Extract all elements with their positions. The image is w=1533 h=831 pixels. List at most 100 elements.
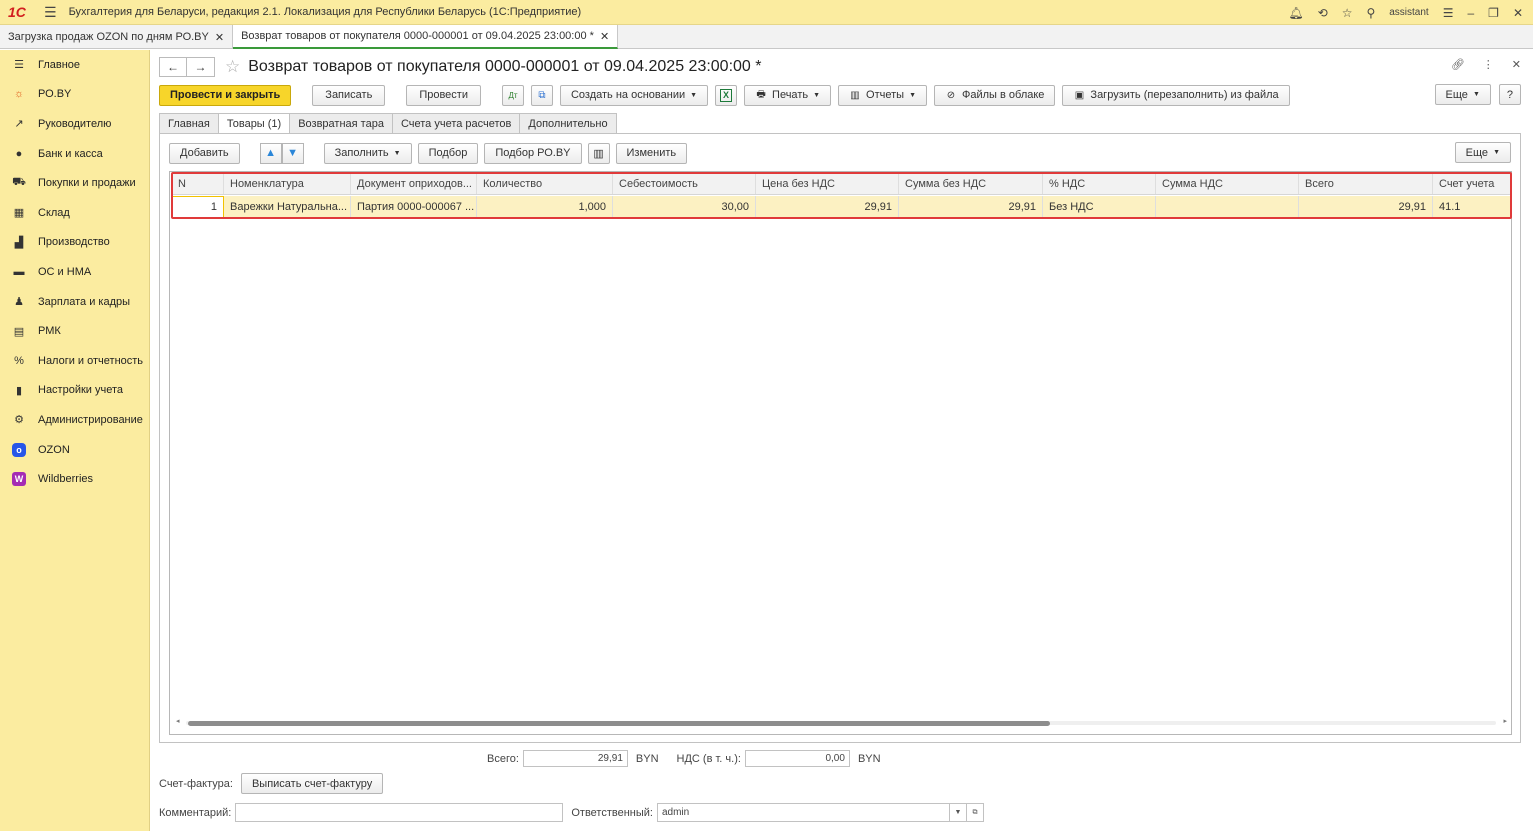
- column-header[interactable]: % НДС: [1043, 174, 1156, 194]
- history-icon[interactable]: ⟲: [1318, 6, 1328, 20]
- sidebar-item-settings[interactable]: ▮ Настройки учета: [0, 376, 149, 406]
- cell-quantity[interactable]: 1,000: [477, 196, 613, 218]
- change-button[interactable]: Изменить: [615, 142, 688, 164]
- tab-returnable-packaging[interactable]: Возвратная тара: [290, 113, 393, 134]
- move-up-icon[interactable]: ▲: [259, 142, 282, 164]
- structure-icon[interactable]: ⧉: [530, 84, 553, 106]
- table-row[interactable]: 1 Варежки Натуральна... Партия 0000-0000…: [172, 196, 1511, 218]
- save-button[interactable]: Записать: [312, 84, 386, 106]
- sidebar-item-fixed-assets[interactable]: ▬ ОС и НМА: [0, 257, 149, 287]
- reports-button[interactable]: ▥ Отчеты ▼: [838, 84, 927, 106]
- excel-button[interactable]: X: [715, 84, 738, 106]
- column-header[interactable]: N: [172, 174, 224, 194]
- cell-price-without-vat[interactable]: 29,91: [756, 196, 899, 218]
- favorites-star-icon[interactable]: ☆: [1342, 6, 1353, 20]
- responsible-field[interactable]: admin: [656, 803, 950, 822]
- column-header[interactable]: Номенклатура: [224, 174, 351, 194]
- sidebar-item-main[interactable]: ☰ Главное: [0, 50, 149, 80]
- tab-additional[interactable]: Дополнительно: [520, 113, 617, 134]
- close-form-icon[interactable]: ✕: [1512, 58, 1521, 71]
- column-header[interactable]: Количество: [477, 174, 613, 194]
- settings-menu-icon[interactable]: ☰: [1443, 6, 1454, 20]
- post-button[interactable]: Провести: [406, 84, 481, 106]
- move-down-icon[interactable]: ▼: [281, 142, 304, 164]
- open-icon[interactable]: ⧉: [966, 803, 984, 822]
- column-header[interactable]: Сумма НДС: [1156, 174, 1299, 194]
- sidebar-item-sales[interactable]: ⛟ Покупки и продажи: [0, 168, 149, 198]
- back-arrow-icon[interactable]: ←: [159, 57, 187, 77]
- scroll-right-icon[interactable]: ▸: [1503, 717, 1507, 725]
- sidebar-item-manager[interactable]: ↗ Руководителю: [0, 109, 149, 139]
- column-header[interactable]: Сумма без НДС: [899, 174, 1043, 194]
- comment-label: Комментарий:: [159, 806, 232, 819]
- column-header[interactable]: Документ оприходов...: [351, 174, 477, 194]
- close-tab-icon[interactable]: ✕: [215, 31, 224, 44]
- cell-receipt-document[interactable]: Партия 0000-000067 ...: [351, 196, 477, 218]
- app-title: Бухгалтерия для Беларуси, редакция 2.1. …: [68, 6, 582, 18]
- tab-goods[interactable]: Товары (1): [218, 113, 291, 134]
- notifications-bell-icon[interactable]: 🔔︎: [1288, 6, 1303, 20]
- goods-more-button[interactable]: Еще ▼: [1454, 142, 1511, 163]
- sidebar-item-taxes[interactable]: % Налоги и отчетность: [0, 346, 149, 376]
- debit-credit-icon[interactable]: Дт: [501, 84, 524, 106]
- sidebar-item-production[interactable]: ▟ Производство: [0, 228, 149, 258]
- sidebar-item-wildberries[interactable]: W Wildberries: [0, 464, 149, 494]
- sidebar-item-warehouse[interactable]: ▦ Склад: [0, 198, 149, 228]
- sidebar-item-bank[interactable]: ● Банк и касса: [0, 139, 149, 169]
- main-menu-icon[interactable]: ☰: [44, 4, 57, 21]
- restore-icon[interactable]: ❐: [1488, 6, 1499, 20]
- column-header[interactable]: Счет учета: [1433, 174, 1511, 194]
- pick-button[interactable]: Подбор: [417, 142, 479, 164]
- sidebar-item-admin[interactable]: ⚙ Администрирование: [0, 405, 149, 435]
- column-header[interactable]: Цена без НДС: [756, 174, 899, 194]
- forward-arrow-icon[interactable]: →: [187, 57, 215, 77]
- horizontal-scrollbar[interactable]: ◂ ▸: [176, 717, 1507, 726]
- cell-vat-amount[interactable]: [1156, 196, 1299, 218]
- search-icon[interactable]: ⚲: [1366, 6, 1375, 20]
- user-name[interactable]: assistant: [1389, 7, 1428, 18]
- load-from-file-button[interactable]: ▣ Загрузить (перезаполнить) из файла: [1062, 84, 1290, 106]
- cell-vat-rate[interactable]: Без НДС: [1043, 196, 1156, 218]
- link-icon[interactable]: 🔗︎: [1451, 58, 1465, 71]
- cell-cost[interactable]: 30,00: [613, 196, 756, 218]
- issue-invoice-button[interactable]: Выписать счет-фактуру: [240, 773, 384, 794]
- cloud-files-button[interactable]: ⊘ Файлы в облаке: [934, 84, 1056, 106]
- cell-account[interactable]: 41.1: [1433, 196, 1511, 218]
- favorite-star-icon[interactable]: ☆: [225, 57, 240, 77]
- open-tab-label: Возврат товаров от покупателя 0000-00000…: [241, 30, 594, 42]
- add-row-button[interactable]: Добавить: [169, 142, 240, 164]
- create-based-on-button[interactable]: Создать на основании ▼: [559, 84, 709, 106]
- comment-field[interactable]: [235, 803, 564, 822]
- column-header[interactable]: Всего: [1299, 174, 1433, 194]
- close-tab-icon[interactable]: ✕: [600, 30, 609, 43]
- sidebar-item-salary[interactable]: ♟ Зарплата и кадры: [0, 287, 149, 317]
- sidebar-item-rmk[interactable]: ▤ РМК: [0, 316, 149, 346]
- open-tab-return[interactable]: Возврат товаров от покупателя 0000-00000…: [233, 25, 619, 49]
- print-button[interactable]: 🖶︎ Печать ▼: [744, 84, 832, 106]
- pick-roby-button[interactable]: Подбор РО.BY: [484, 142, 582, 164]
- scrollbar-thumb[interactable]: [188, 721, 1050, 726]
- row-number[interactable]: 1: [172, 196, 224, 218]
- help-button[interactable]: ?: [1498, 84, 1521, 105]
- sidebar-item-ozon[interactable]: o OZON: [0, 435, 149, 465]
- close-icon[interactable]: ✕: [1513, 6, 1523, 20]
- tab-main[interactable]: Главная: [159, 113, 219, 134]
- fill-button[interactable]: Заполнить ▼: [323, 142, 412, 164]
- column-header[interactable]: Себестоимость: [613, 174, 756, 194]
- cell-total[interactable]: 29,91: [1299, 196, 1433, 218]
- minimize-icon[interactable]: –: [1467, 6, 1474, 20]
- post-and-close-button[interactable]: Провести и закрыть: [159, 84, 292, 106]
- button-label: Файлы в облаке: [962, 89, 1045, 101]
- open-tab-ozon-sales[interactable]: Загрузка продаж OZON по дням РО.BY ✕: [0, 25, 234, 49]
- tab-settlement-accounts[interactable]: Счета учета расчетов: [392, 113, 521, 134]
- form-tabs: Главная Товары (1) Возвратная тара Счета…: [159, 113, 617, 134]
- barcode-icon[interactable]: ▥: [587, 142, 610, 164]
- more-vertical-icon[interactable]: ⋮: [1483, 58, 1494, 71]
- cell-amount-without-vat[interactable]: 29,91: [899, 196, 1043, 218]
- dropdown-icon[interactable]: ▼: [949, 803, 967, 822]
- cell-item[interactable]: Варежки Натуральна...: [224, 196, 351, 218]
- sidebar-item-roby[interactable]: ☼ РО.BY: [0, 80, 149, 110]
- more-button[interactable]: Еще ▼: [1434, 84, 1491, 105]
- scroll-left-icon[interactable]: ◂: [176, 717, 180, 725]
- chevron-down-icon: ▼: [1472, 91, 1480, 98]
